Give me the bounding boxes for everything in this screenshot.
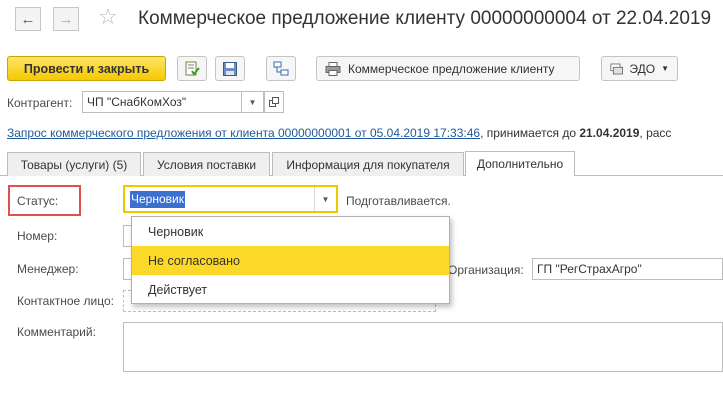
print-commercial-offer-label: Коммерческое предложение клиенту [348,61,555,76]
request-link[interactable]: Запрос коммерческого предложения от клие… [7,126,480,140]
arrow-left-icon: ← [20,10,36,28]
chevron-down-icon: ▼ [661,64,669,73]
post-button[interactable] [177,56,207,81]
tab-buyer-info[interactable]: Информация для покупателя [272,152,464,176]
post-and-close-button[interactable]: Провести и закрыть [7,56,166,81]
edo-button[interactable]: ЭДО ▼ [601,56,678,81]
status-option-draft[interactable]: Черновик [132,217,449,246]
printer-icon [325,61,341,76]
tab-delivery-terms[interactable]: Условия поставки [143,152,270,176]
page-title: Коммерческое предложение клиенту 0000000… [138,8,712,29]
star-icon[interactable]: ☆ [98,5,118,30]
contact-label: Контактное лицо: [17,294,114,308]
manager-label: Менеджер: [17,262,79,276]
status-option-not-approved[interactable]: Не согласовано [132,246,449,275]
back-button[interactable]: ← [15,7,41,31]
status-selected-value: Черновик [130,191,185,208]
open-icon [269,97,279,107]
status-dropdown-list: Черновик Не согласовано Действует [131,216,450,304]
hierarchy-icon [273,61,289,75]
edo-label: ЭДО [629,61,656,76]
post-document-icon [185,61,200,76]
counterparty-label: Контрагент: [7,96,73,110]
save-icon [223,61,237,76]
status-option-active[interactable]: Действует [132,275,449,304]
tab-goods[interactable]: Товары (услуги) (5) [7,152,141,176]
organization-label: Организация: [448,263,524,277]
status-hint: Подготавливается. [346,194,451,208]
accepted-prefix: , принимается до [480,126,580,140]
accepted-date: 21.04.2019 [579,126,640,140]
arrow-right-icon: → [58,10,74,28]
comment-label: Комментарий: [17,325,96,339]
request-line: Запрос коммерческого предложения от клие… [7,126,671,140]
status-label: Статус: [17,194,59,208]
chevron-down-icon: ▼ [248,97,257,107]
counterparty-open-button[interactable] [264,91,284,113]
structure-button[interactable] [266,56,296,81]
request-trailing-text: , расс [639,126,672,140]
counterparty-dropdown-button[interactable]: ▼ [242,91,264,113]
save-button[interactable] [215,56,245,81]
forward-button[interactable]: → [53,7,79,31]
chevron-down-icon[interactable]: ▼ [314,187,336,211]
print-commercial-offer-button[interactable]: Коммерческое предложение клиенту [316,56,580,81]
counterparty-field[interactable]: ЧП "СнабКомХоз" [82,91,242,113]
status-select[interactable]: Черновик ▼ [123,185,338,213]
edo-icon [610,63,623,74]
organization-field[interactable]: ГП "РегСтрахАгро" [532,258,723,280]
comment-textarea[interactable] [123,322,723,372]
tab-additional[interactable]: Дополнительно [465,151,575,176]
number-label: Номер: [17,229,58,243]
